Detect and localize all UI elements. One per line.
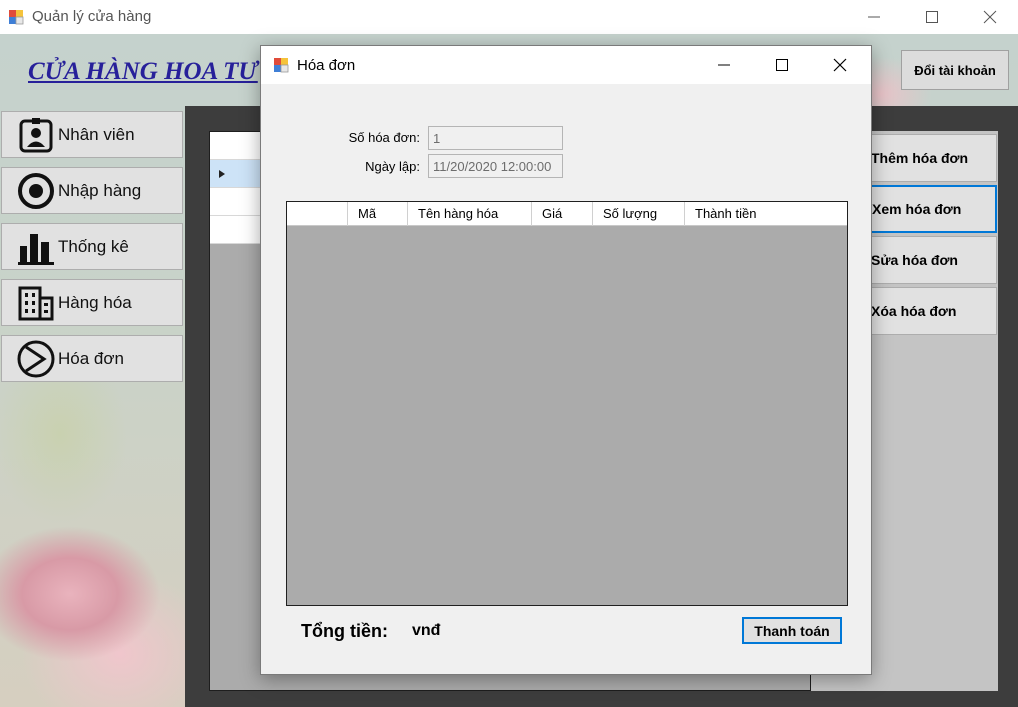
sidebar-item-employees[interactable]: Nhân viên — [1, 111, 183, 158]
minimize-button[interactable] — [845, 0, 903, 34]
sidebar-item-label: Nhập hàng — [58, 180, 142, 200]
created-date-field[interactable]: 11/20/2020 12:00:00 — [428, 154, 563, 178]
grid-header: Mã Tên hàng hóa Giá Số lượng Thành tiền — [287, 202, 847, 226]
sidebar-item-products[interactable]: Hàng hóa — [1, 279, 183, 326]
row-selector-icon — [219, 170, 225, 178]
table-row[interactable] — [210, 188, 262, 216]
grid-header-cell — [210, 132, 262, 160]
invoice-number-field[interactable]: 1 — [428, 126, 563, 150]
window-title: Quản lý cửa hàng — [32, 8, 152, 25]
close-icon — [983, 10, 997, 24]
table-row[interactable] — [210, 216, 262, 244]
sidebar-item-import[interactable]: Nhập hàng — [1, 167, 183, 214]
column-header-quantity[interactable]: Số lượng — [593, 202, 685, 226]
play-circle-icon — [16, 339, 56, 379]
table-row[interactable] — [210, 160, 262, 188]
maximize-button[interactable] — [903, 0, 961, 34]
column-header-amount[interactable]: Thành tiền — [685, 202, 847, 226]
sidebar-item-label: Hàng hóa — [58, 292, 132, 312]
maximize-icon — [776, 59, 788, 71]
employee-badge-icon — [16, 115, 56, 155]
sidebar-item-label: Thống kê — [58, 236, 129, 256]
close-icon — [833, 58, 847, 72]
invoice-number-label: Số hóa đơn: — [348, 130, 420, 145]
column-header-price[interactable]: Giá — [532, 202, 593, 226]
minimize-icon — [868, 16, 880, 18]
dialog-titlebar: Hóa đơn — [261, 46, 871, 84]
invoice-items-grid[interactable]: Mã Tên hàng hóa Giá Số lượng Thành tiền — [286, 201, 848, 606]
store-title: CỬA HÀNG HOA TƯ — [28, 58, 258, 85]
switch-account-button[interactable]: Đổi tài khoản — [901, 50, 1009, 90]
building-icon — [16, 283, 56, 323]
dialog-close-button[interactable] — [811, 46, 869, 84]
invoice-dialog: Hóa đơn Số hóa đơn: 1 Ngày lập: 11/20/20… — [260, 45, 872, 675]
total-unit: vnđ — [412, 622, 441, 639]
total-label: Tổng tiền: — [301, 621, 388, 641]
main-titlebar: Quản lý cửa hàng — [0, 0, 1018, 34]
dialog-title: Hóa đơn — [297, 57, 356, 74]
column-header-id[interactable]: Mã — [348, 202, 408, 226]
row-header-cell — [287, 202, 348, 226]
bar-chart-icon — [16, 227, 56, 267]
sidebar-item-statistics[interactable]: Thống kê — [1, 223, 183, 270]
app-icon — [9, 10, 24, 25]
sidebar-item-invoices[interactable]: Hóa đơn — [1, 335, 183, 382]
pay-button[interactable]: Thanh toán — [742, 617, 842, 644]
sidebar-item-label: Nhân viên — [58, 124, 135, 144]
close-button[interactable] — [961, 0, 1018, 34]
app-icon — [274, 58, 289, 73]
column-header-product-name[interactable]: Tên hàng hóa — [408, 202, 532, 226]
dialog-minimize-button[interactable] — [695, 46, 753, 84]
maximize-icon — [926, 11, 938, 23]
dialog-maximize-button[interactable] — [753, 46, 811, 84]
sidebar-item-label: Hóa đơn — [58, 348, 124, 368]
minimize-icon — [718, 64, 730, 66]
created-date-label: Ngày lập: — [365, 159, 420, 174]
target-circle-icon — [16, 171, 56, 211]
